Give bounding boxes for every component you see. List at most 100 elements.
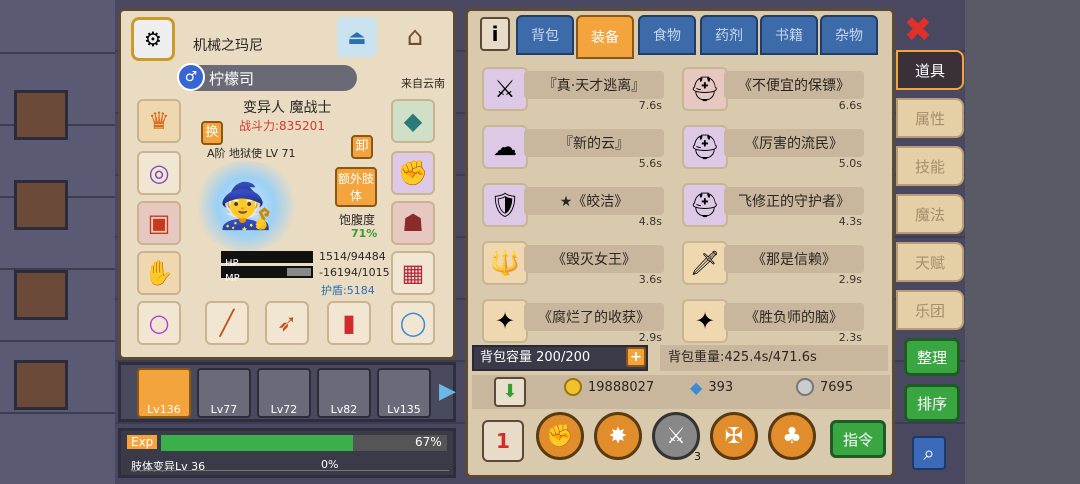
armor-slot[interactable]: ▣ <box>137 201 181 245</box>
item-icon: ☁ <box>482 125 528 169</box>
item-icon: 🔱 <box>482 241 528 285</box>
class-text: 变异人 魔战士 <box>243 100 332 116</box>
floor-left <box>0 0 115 484</box>
power-text: 战斗力:835201 <box>239 119 325 133</box>
side-tab-skills[interactable]: 技能 <box>896 146 964 186</box>
inventory-item[interactable]: ⛑ 《不便宜的保镖》 6.6s <box>668 65 868 117</box>
item-weight: 5.0s <box>838 157 862 170</box>
inventory-item[interactable]: ☁ 『新的云』 5.6s <box>468 123 668 175</box>
hero-portrait-2[interactable]: Lv77 <box>197 368 251 418</box>
hp-value: 1514/94484 <box>319 250 386 263</box>
counter-button[interactable]: 1 <box>482 420 524 462</box>
diamond-icon: ◆ <box>690 378 703 397</box>
exp-label: Exp <box>127 435 158 449</box>
silver-display: 7695 <box>796 378 853 396</box>
organize-button[interactable]: 整理 <box>904 338 960 376</box>
ring-slot-2[interactable]: ◯ <box>391 301 435 345</box>
item-weight: 4.8s <box>638 215 662 228</box>
gold-display: 19888027 <box>564 378 654 396</box>
satiety-value: 71% <box>351 227 378 240</box>
item-name: 《那是信赖》 <box>724 245 864 273</box>
silver-coin-icon <box>796 378 814 396</box>
mp-bar: MP <box>221 266 313 284</box>
close-button[interactable]: ✖ <box>898 10 938 50</box>
tab-food[interactable]: 食物 <box>638 15 696 55</box>
weapon-slot-2[interactable]: ➶ <box>265 301 309 345</box>
scroll-right-icon[interactable]: ▶ <box>439 379 456 404</box>
action-button-2[interactable]: ✸ <box>594 412 642 460</box>
character-sprite: 🧙 <box>191 161 301 251</box>
inventory-item[interactable]: ✦ 《胜负师的脑》 2.3s <box>668 297 868 349</box>
exp-percent: 67% <box>415 435 442 449</box>
inventory-item[interactable]: ✦ 《腐烂了的收获》 2.9s <box>468 297 668 349</box>
side-tab-items[interactable]: 道具 <box>896 50 964 90</box>
inventory-item[interactable]: 🔱 《毁灭女王》 3.6s <box>468 239 668 291</box>
hero-portrait-1[interactable]: Lv136 <box>137 368 191 418</box>
character-panel: ⚙ 机械之玛尼 ⏏ ⌂ ♂ 柠檬司 来自云南 变异人 魔战士 战斗力:83520… <box>118 8 456 360</box>
expand-bag-button[interactable]: + <box>626 347 646 367</box>
character-title: 机械之玛尼 <box>193 38 263 54</box>
transfer-icon[interactable]: ⏏ <box>337 17 377 57</box>
tab-potion[interactable]: 药剂 <box>700 15 758 55</box>
inventory-item[interactable]: ⚔ 『真·天才逃离』 7.6s <box>468 65 668 117</box>
inventory-item[interactable]: ⛑ 《厉害的流民》 5.0s <box>668 123 868 175</box>
item-name: 《腐烂了的收获》 <box>524 303 664 331</box>
limb-percent: 0% <box>321 458 339 471</box>
gloves-slot[interactable]: ✋ <box>137 251 181 295</box>
item-icon: ✦ <box>482 299 528 343</box>
command-button[interactable]: 指令 <box>830 420 886 458</box>
sort-button[interactable]: 排序 <box>904 384 960 422</box>
unequip-button[interactable]: 卸 <box>351 135 373 159</box>
exp-panel: Exp 67% 肢体变异Lv 36 0% <box>118 428 456 478</box>
inventory-item[interactable]: ⛑ 飞修正的守护者》 4.3s <box>668 181 868 233</box>
diamond-display: ◆ 393 <box>690 378 734 397</box>
side-tab-talent[interactable]: 天赋 <box>896 242 964 282</box>
item-icon: ⚔ <box>482 67 528 111</box>
hero-portrait-4[interactable]: Lv82 <box>317 368 371 418</box>
satiety-label: 饱腹度 <box>339 213 376 227</box>
weapon-slot-1[interactable]: ╱ <box>205 301 249 345</box>
item-weight: 3.6s <box>638 273 662 286</box>
ring-slot-1[interactable]: ○ <box>137 301 181 345</box>
tab-backpack[interactable]: 背包 <box>516 15 574 55</box>
action-button-1[interactable]: ✊ <box>536 412 584 460</box>
hero-portrait-3[interactable]: Lv72 <box>257 368 311 418</box>
cannon-slot[interactable]: ▦ <box>391 251 435 295</box>
bag-weight: 背包重量:425.4s/471.6s <box>660 345 888 371</box>
inventory-item[interactable]: 🗡 《那是信赖》 2.9s <box>668 239 868 291</box>
item-weight: 7.6s <box>638 99 662 112</box>
item-name: 《不便宜的保镖》 <box>724 71 864 99</box>
tab-equipment[interactable]: 装备 <box>576 15 634 59</box>
item-name: 《胜负师的脑》 <box>724 303 864 331</box>
item-name: 『新的云』 <box>524 129 664 157</box>
hero-portrait-5[interactable]: Lv135 <box>377 368 431 418</box>
inventory-item[interactable]: 🛡 ★《皎洁》 4.8s <box>468 181 668 233</box>
download-icon[interactable]: ⬇ <box>494 377 526 407</box>
swap-button[interactable]: 换 <box>201 121 223 145</box>
action-button-3[interactable]: ⚔ 3 <box>652 412 701 463</box>
side-tab-attributes[interactable]: 属性 <box>896 98 964 138</box>
gold-coin-icon <box>564 378 582 396</box>
map-right <box>965 0 1080 484</box>
exp-bar <box>161 435 447 451</box>
action-button-5[interactable]: ♣ <box>768 412 816 460</box>
mask-slot[interactable]: ☗ <box>391 201 435 245</box>
side-tab-magic[interactable]: 魔法 <box>896 194 964 234</box>
gem-slot[interactable]: ◆ <box>391 99 435 143</box>
hero-roster: Lv136 Lv77 Lv72 Lv82 Lv135 ▶ <box>118 362 456 422</box>
action-button-4[interactable]: ✠ <box>710 412 758 460</box>
helmet-slot[interactable]: ♛ <box>137 99 181 143</box>
bag-capacity-bar: 背包容量 200/200 <box>472 345 648 371</box>
side-tab-band[interactable]: 乐团 <box>896 290 964 330</box>
wardrobe-icon[interactable]: ⌂ <box>387 17 443 57</box>
item-slot[interactable]: ▮ <box>327 301 371 345</box>
extra-limb-button[interactable]: 额外肢体 <box>335 167 377 207</box>
necklace-slot[interactable]: ◎ <box>137 151 181 195</box>
info-button[interactable]: i <box>480 17 510 51</box>
fist-slot[interactable]: ✊ <box>391 151 435 195</box>
search-icon[interactable]: ⌕ <box>912 436 946 470</box>
tab-books[interactable]: 书籍 <box>760 15 818 55</box>
tab-misc[interactable]: 杂物 <box>820 15 878 55</box>
item-icon: ⛑ <box>682 125 728 169</box>
inventory-panel: i 背包 装备 食物 药剂 书籍 杂物 ⚔ 『真·天才逃离』 7.6s ☁ 『新的云』 5… <box>465 8 895 478</box>
